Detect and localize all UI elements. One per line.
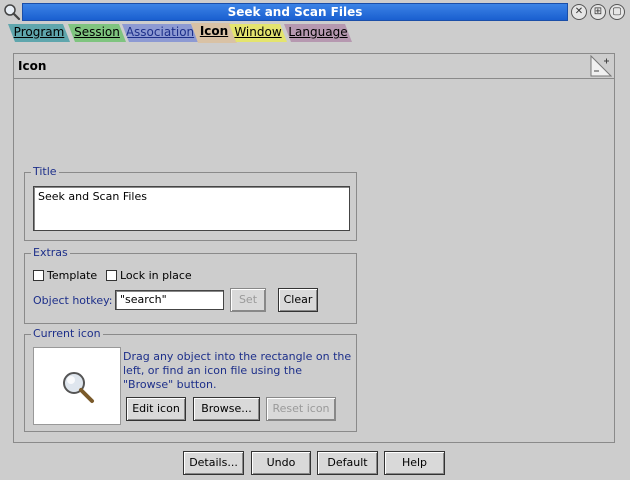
title-bar: Seek and Scan Files ✕ ⊞ ▢ bbox=[0, 0, 630, 24]
browse-button[interactable]: Browse... bbox=[193, 397, 260, 421]
clear-button[interactable]: Clear bbox=[278, 288, 318, 312]
tab-association[interactable]: Association bbox=[122, 24, 198, 42]
current-icon-group: Current icon Drag any object into the re… bbox=[24, 327, 357, 432]
tab-session[interactable]: Session bbox=[68, 24, 126, 42]
extras-group-label: Extras bbox=[31, 246, 70, 259]
tab-language[interactable]: Language bbox=[284, 24, 352, 42]
edit-icon-button[interactable]: Edit icon bbox=[126, 397, 186, 421]
window-title: Seek and Scan Files bbox=[22, 3, 568, 21]
lock-checkbox-row[interactable]: Lock in place bbox=[106, 269, 192, 282]
magnifier-icon bbox=[63, 372, 94, 403]
close-icon[interactable]: ✕ bbox=[571, 4, 587, 20]
undo-button[interactable]: Undo bbox=[251, 451, 311, 475]
default-button[interactable]: Default bbox=[317, 451, 378, 475]
iconify-icon[interactable]: ▢ bbox=[609, 4, 625, 20]
lock-label: Lock in place bbox=[120, 269, 192, 282]
title-group-label: Title bbox=[31, 165, 59, 178]
magnifier-icon bbox=[4, 4, 21, 21]
hotkey-field[interactable]: "search" bbox=[115, 290, 224, 310]
extras-group: Extras Template Lock in place Object hot… bbox=[24, 246, 357, 324]
template-checkbox-row[interactable]: Template bbox=[33, 269, 97, 282]
tab-window[interactable]: Window bbox=[229, 24, 287, 42]
tab-program[interactable]: Program bbox=[8, 24, 70, 42]
template-label: Template bbox=[47, 269, 98, 282]
details-button[interactable]: Details... bbox=[183, 451, 244, 475]
title-field[interactable]: Seek and Scan Files bbox=[33, 186, 350, 231]
current-icon-description: Drag any object into the rectangle on th… bbox=[123, 350, 352, 391]
panel-heading: Icon bbox=[14, 54, 614, 79]
current-icon-group-label: Current icon bbox=[31, 327, 103, 340]
title-group: Title Seek and Scan Files bbox=[24, 165, 357, 241]
hotkey-label: Object hotkey: bbox=[33, 294, 113, 307]
bottom-button-bar: Details... Undo Default Help bbox=[0, 449, 630, 480]
template-checkbox[interactable] bbox=[33, 270, 44, 281]
icon-drop-target[interactable] bbox=[33, 347, 121, 425]
window-menu-icon[interactable] bbox=[2, 2, 22, 22]
collapse-corner-icon[interactable] bbox=[590, 54, 613, 77]
set-button[interactable]: Set bbox=[230, 288, 266, 312]
help-button[interactable]: Help bbox=[384, 451, 445, 475]
lock-checkbox[interactable] bbox=[106, 270, 117, 281]
options-icon[interactable]: ⊞ bbox=[590, 4, 606, 20]
icon-panel: Icon Title Seek and Scan Files Extras Te… bbox=[13, 53, 615, 443]
reset-icon-button[interactable]: Reset icon bbox=[266, 397, 336, 421]
